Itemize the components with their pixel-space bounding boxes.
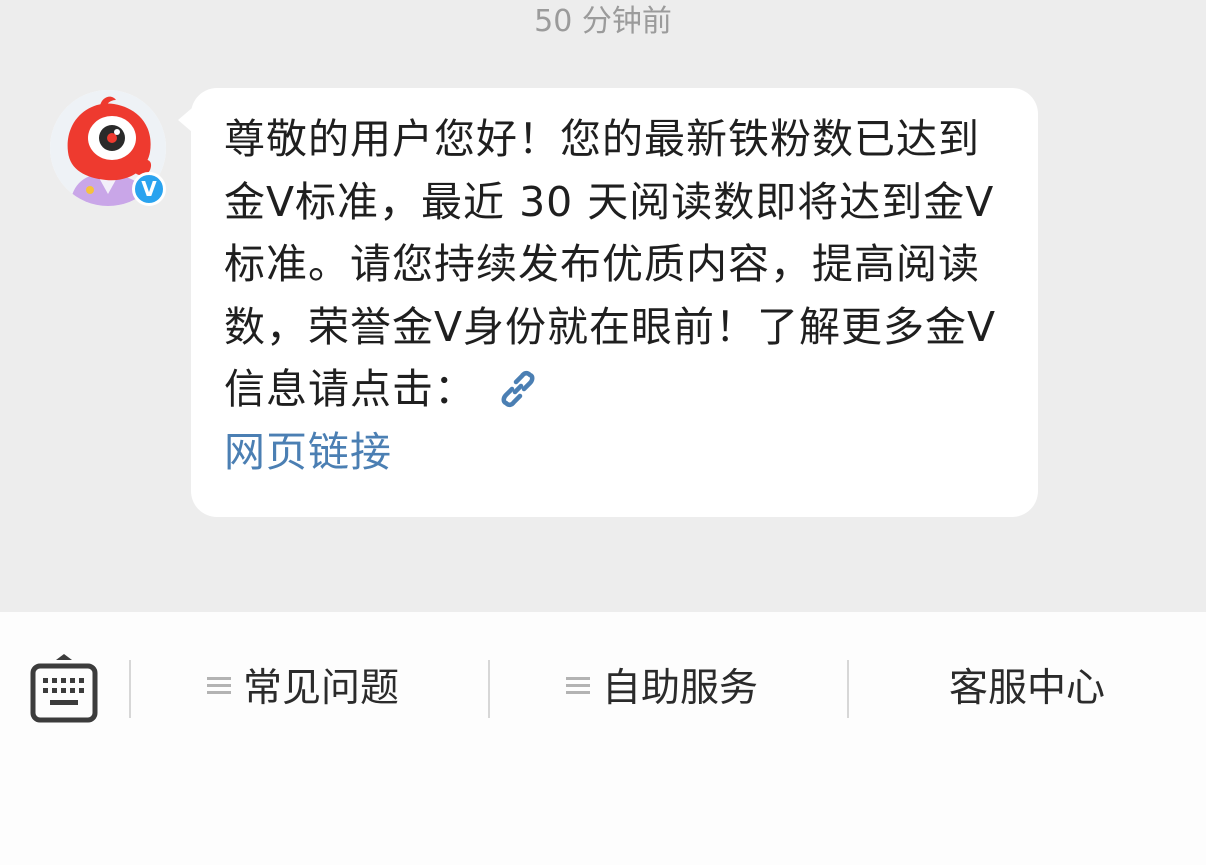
toolbar-divider bbox=[129, 660, 131, 718]
message-body: 尊敬的用户您好！您的最新铁粉数已达到金Ⅴ标准，最近 30 天阅读数即将达到金Ⅴ标… bbox=[224, 115, 997, 413]
web-link[interactable]: 网页链接 bbox=[224, 428, 392, 476]
faq-label: 常见问题 bbox=[243, 666, 400, 711]
menu-lines-icon bbox=[566, 677, 590, 694]
faq-button[interactable]: 常见问题 bbox=[207, 660, 399, 718]
message-bubble: 尊敬的用户您好！您的最新铁粉数已达到金Ⅴ标准，最近 30 天阅读数即将达到金Ⅴ标… bbox=[178, 88, 1038, 517]
sender-avatar[interactable]: V bbox=[50, 90, 166, 206]
menu-lines-icon bbox=[207, 677, 231, 694]
toolbar-divider bbox=[488, 660, 490, 718]
bottom-toolbar bbox=[0, 612, 1206, 865]
toolbar-divider bbox=[847, 660, 849, 718]
bubble-tail bbox=[178, 108, 192, 132]
keyboard-icon[interactable] bbox=[30, 652, 98, 724]
self-service-button[interactable]: 自助服务 bbox=[566, 660, 758, 718]
chat-area: 50 分钟前 V 尊敬的用户您好！您的最新铁粉数已达到金Ⅴ标准，最近 30 天阅… bbox=[0, 0, 1206, 612]
customer-service-label: 客服中心 bbox=[949, 666, 1106, 711]
link-chain-icon[interactable] bbox=[498, 369, 538, 409]
self-service-label: 自助服务 bbox=[602, 666, 759, 711]
message-timestamp: 50 分钟前 bbox=[534, 4, 672, 39]
verified-v-badge-icon: V bbox=[132, 172, 166, 206]
customer-service-button[interactable]: 客服中心 bbox=[949, 660, 1105, 718]
message-text: 尊敬的用户您好！您的最新铁粉数已达到金Ⅴ标准，最近 30 天阅读数即将达到金Ⅴ标… bbox=[224, 108, 1008, 483]
